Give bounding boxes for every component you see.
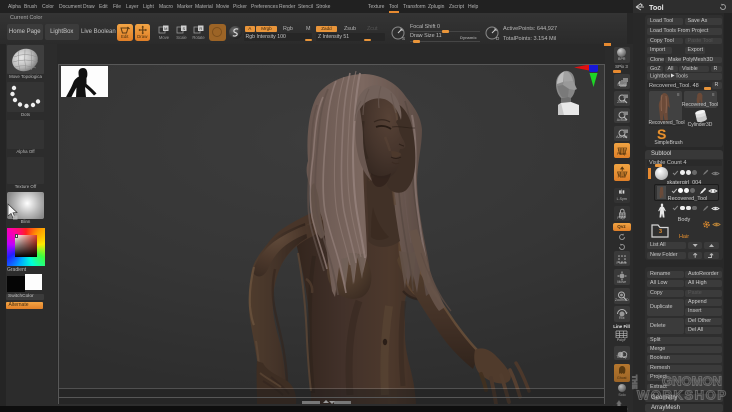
svg-text:S: S [402, 36, 405, 41]
svg-text:R: R [199, 26, 202, 31]
svg-text:M: M [164, 26, 167, 31]
svg-text:WORKSHOP: WORKSHOP [637, 388, 726, 403]
svg-text:D: D [496, 36, 500, 41]
svg-text:S: S [182, 26, 185, 31]
svg-text:GNOMON: GNOMON [662, 374, 722, 389]
